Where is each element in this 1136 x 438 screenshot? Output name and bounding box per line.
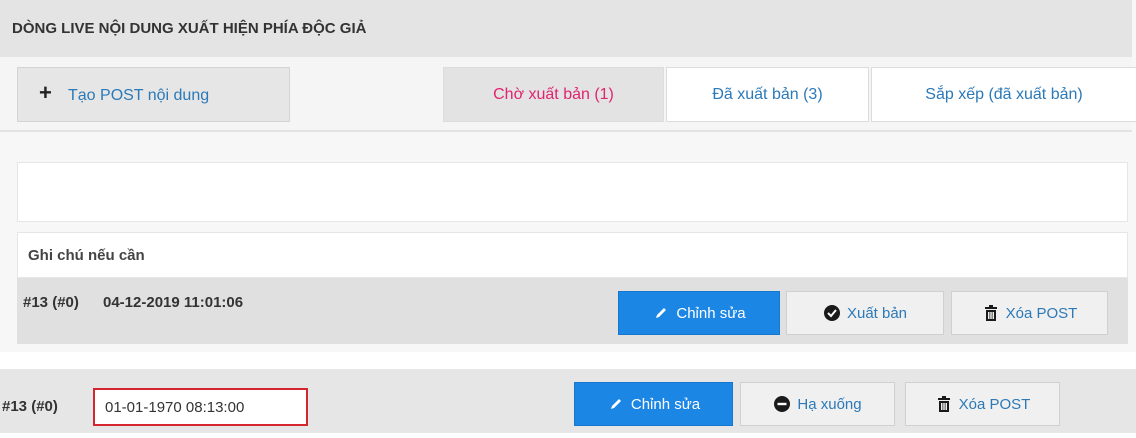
unpublish-button[interactable]: Hạ xuống: [740, 382, 895, 426]
published-post-id: #13 (#0): [2, 398, 58, 415]
delete-published-button[interactable]: Xóa POST: [905, 382, 1060, 426]
delete-published-label: Xóa POST: [958, 395, 1031, 413]
check-circle-icon: [823, 304, 841, 322]
publish-date-input[interactable]: 01-01-1970 08:13:00: [93, 388, 308, 426]
toolbar-divider: [0, 130, 1132, 132]
panel-title: DÒNG LIVE NỘI DUNG XUẤT HIỆN PHÍA ĐỘC GI…: [12, 20, 367, 37]
publish-button-label: Xuất bản: [846, 304, 908, 322]
delete-post-label: Xóa POST: [1005, 304, 1078, 322]
edit-published-label: Chỉnh sửa: [630, 395, 701, 413]
edit-button[interactable]: Chỉnh sửa: [618, 291, 780, 335]
note-text: Ghi chú nếu cần: [28, 247, 145, 264]
pencil-icon: [607, 395, 625, 413]
create-post-button[interactable]: + Tạo POST nội dung: [17, 67, 290, 122]
panel-header: DÒNG LIVE NỘI DUNG XUẤT HIỆN PHÍA ĐỘC GI…: [0, 0, 1132, 57]
trash-icon: [982, 304, 1000, 322]
plus-icon: +: [39, 80, 52, 105]
tab-pending[interactable]: Chờ xuất bản (1): [443, 67, 664, 122]
tab-published[interactable]: Đã xuất bản (3): [666, 67, 869, 122]
post-timestamp: 04-12-2019 11:01:06: [103, 294, 244, 311]
tab-sort-published[interactable]: Sắp xếp (đã xuất bản): [871, 67, 1136, 122]
pencil-icon: [652, 304, 670, 322]
trash-icon: [935, 395, 953, 413]
unpublish-label: Hạ xuống: [797, 395, 862, 413]
post-id: #13 (#0): [23, 294, 79, 311]
create-post-label: Tạo POST nội dung: [68, 87, 210, 104]
publish-button[interactable]: Xuất bản: [786, 291, 944, 335]
minus-circle-icon: [773, 395, 791, 413]
edit-published-button[interactable]: Chỉnh sửa: [574, 382, 733, 426]
edit-button-label: Chỉnh sửa: [676, 304, 746, 322]
delete-post-button[interactable]: Xóa POST: [951, 291, 1108, 335]
post-content-area[interactable]: [17, 162, 1128, 222]
post-note-field[interactable]: Ghi chú nếu cần: [17, 232, 1128, 278]
